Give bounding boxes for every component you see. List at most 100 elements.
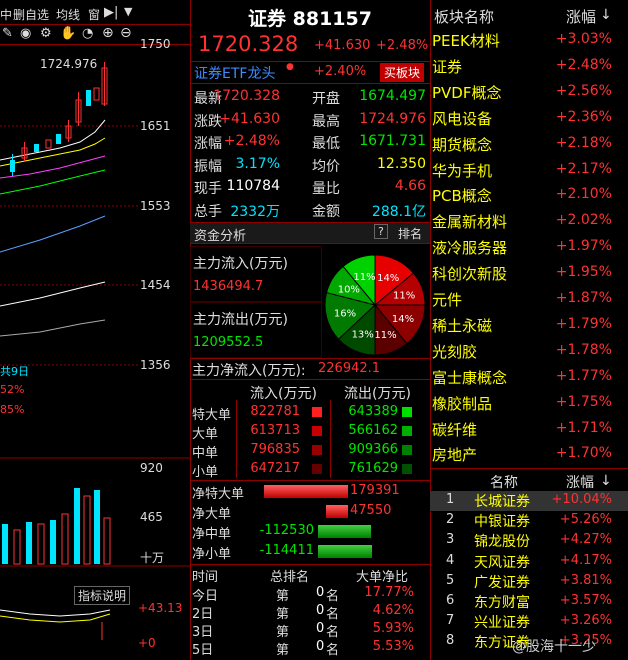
sector-pct: +1.78% [555,341,612,358]
stock-pct: +5.26% [559,512,612,528]
inflow-value: 796835 [250,442,300,457]
hand-icon[interactable]: ✋ [60,26,76,41]
quote-key: 现手 [194,181,222,197]
inflow-swatch [312,407,322,417]
eye-icon[interactable]: ◉ [20,26,31,41]
stock-row[interactable]: 6 东方财富 +3.57% [430,592,628,612]
stock-index: 7 [446,613,455,629]
sector-row[interactable]: 橡胶制品 +1.75% [430,390,628,416]
stock-name-header[interactable]: 名称 [490,472,518,492]
sector-row[interactable]: PVDF概念 +2.56% [430,79,628,105]
sort-down-icon[interactable]: ↓ [600,7,612,23]
sector-row[interactable]: 金属新材料 +2.02% [430,208,628,234]
flow-row: 中单 796835 909366 [190,441,428,461]
zoom-in-icon[interactable]: ⊕ [102,25,114,41]
fund-analysis-header: 资金分析 ? 排名 [190,222,430,244]
toolbar-moving-average[interactable]: 均线 [56,6,80,23]
rank-period: 3日 [192,625,214,640]
sector-row[interactable]: 稀土永磁 +1.79% [430,312,628,338]
peak-price-label: 1724.976 [40,57,98,71]
outflow-value: 643389 [348,404,398,419]
stock-pct: +3.81% [559,572,612,588]
clock-icon[interactable]: ◔ [82,26,93,41]
sector-row[interactable]: 光刻胶 +1.78% [430,338,628,364]
sector-pct: +2.10% [555,186,612,203]
stock-row[interactable]: 7 兴业证券 +3.26% [430,612,628,632]
pie-slice-label: 10% [338,284,360,295]
toolbar-window[interactable]: 窗 [88,6,100,23]
stock-pct: +4.27% [559,532,612,548]
toolbar-item[interactable]: 中 [0,6,12,23]
stock-row[interactable]: 2 中银证券 +5.26% [430,511,628,531]
rank-suffix: 名 [326,643,340,658]
pie-slice-label: 14% [392,314,414,325]
sector-row[interactable]: 华为手机 +2.17% [430,157,628,183]
sector-row[interactable]: 期货概念 +2.18% [430,131,628,157]
pencil-icon[interactable]: ✎ [2,26,13,41]
sector-pct: +2.18% [555,134,612,151]
indicator-help-button[interactable]: 指标说明 [74,586,131,605]
stock-row[interactable]: 4 天风证券 +4.17% [430,552,628,572]
sector-row[interactable]: 房地产 +1.70% [430,441,628,467]
sector-name-header[interactable]: 板块名称 [434,6,494,27]
sector-row[interactable]: PEEK材料 +3.03% [430,27,628,53]
sector-row[interactable]: 科创次新股 +1.95% [430,260,628,286]
pie-slice-label: 14% [377,273,399,284]
outflow-swatch [402,426,412,436]
buy-sector-button[interactable]: 买板块 [380,63,425,82]
net-flow-label: 净特大单 [192,487,245,502]
rank-row: 3日 第 0 名 5.93% [190,621,428,640]
flow-row: 大单 613713 566162 [190,422,428,442]
stock-row[interactable]: 3 锦龙股份 +4.27% [430,531,628,551]
sort-down-icon[interactable]: ↓ [600,473,612,489]
stock-row[interactable]: 1 长城证券 +10.04% [430,491,628,511]
quote-value: +41.630 [219,110,280,127]
main-outflow-value: 1209552.5 [193,335,264,350]
sector-name: 科创次新股 [432,265,508,284]
sector-pct: +2.56% [555,82,612,99]
quote-row: 涨幅 +2.48% 最低 1671.731 [192,131,428,153]
zoom-out-icon[interactable]: ⊖ [120,25,132,41]
sector-name: 华为手机 [432,161,493,180]
rank-prefix: 第 [276,625,290,640]
outflow-swatch [402,445,412,455]
quote-row: 现手 110784 量比 4.66 [192,176,428,198]
stock-row[interactable]: 5 广发证券 +3.81% [430,572,628,592]
pie-slice-label: 13% [352,329,374,340]
stock-index: 4 [446,552,455,568]
net-flow-label: 净小单 [192,547,232,562]
rank-prefix: 第 [276,643,290,658]
time-header: 时间 [192,570,219,585]
rank-row: 5日 第 0 名 5.53% [190,639,428,658]
rank-period: 2日 [192,607,214,622]
leader-etf-label[interactable]: 证券ETF龙头 [194,63,275,83]
sector-row[interactable]: 碳纤维 +1.71% [430,416,628,442]
stock-pct-header[interactable]: 涨幅 [566,472,594,492]
main-inflow-box: 主力流入(万元) 1436494.7 [190,246,322,302]
toolbar-delete-watchlist[interactable]: 删自选 [13,6,49,23]
kline-chart-panel[interactable]: 中 删自选 均线 窗 ▶| ▼ ✎ ◉ ⚙ ✋ ◔ ⊕ ⊖ 1750 1651 … [0,0,190,660]
sector-row[interactable]: 液冷服务器 +1.97% [430,234,628,260]
rank-number: 0 [316,585,325,600]
stock-pct: +3.57% [559,593,612,608]
help-icon[interactable]: ? [374,224,388,239]
stock-name: 中银证券 [474,514,530,531]
sector-pct-header[interactable]: 涨幅 [566,6,596,27]
net-flow-row: 净中单 -112530 [190,522,428,542]
sector-name: 光刻胶 [432,342,478,361]
sector-row[interactable]: 富士康概念 +1.77% [430,364,628,390]
sector-row[interactable]: PCB概念 +2.10% [430,182,628,208]
toolbar-end-icon[interactable]: ▶| [104,5,118,20]
inflow-swatch [312,464,322,474]
sector-pct: +2.02% [555,212,612,229]
sector-row[interactable]: 元件 +1.87% [430,286,628,312]
rank-button[interactable]: 排名 [398,225,422,242]
volume-axis-label: 465 [140,510,163,524]
sector-row[interactable]: 风电设备 +2.36% [430,105,628,131]
toolbar-dropdown-icon[interactable]: ▼ [124,5,132,18]
sector-pct: +1.97% [555,238,612,255]
net-flow-bar-negative [318,545,372,558]
settings-icon[interactable]: ⚙ [40,26,52,41]
sector-name: 证券 [432,57,463,76]
sector-row[interactable]: 证券 +2.48% [430,53,628,79]
